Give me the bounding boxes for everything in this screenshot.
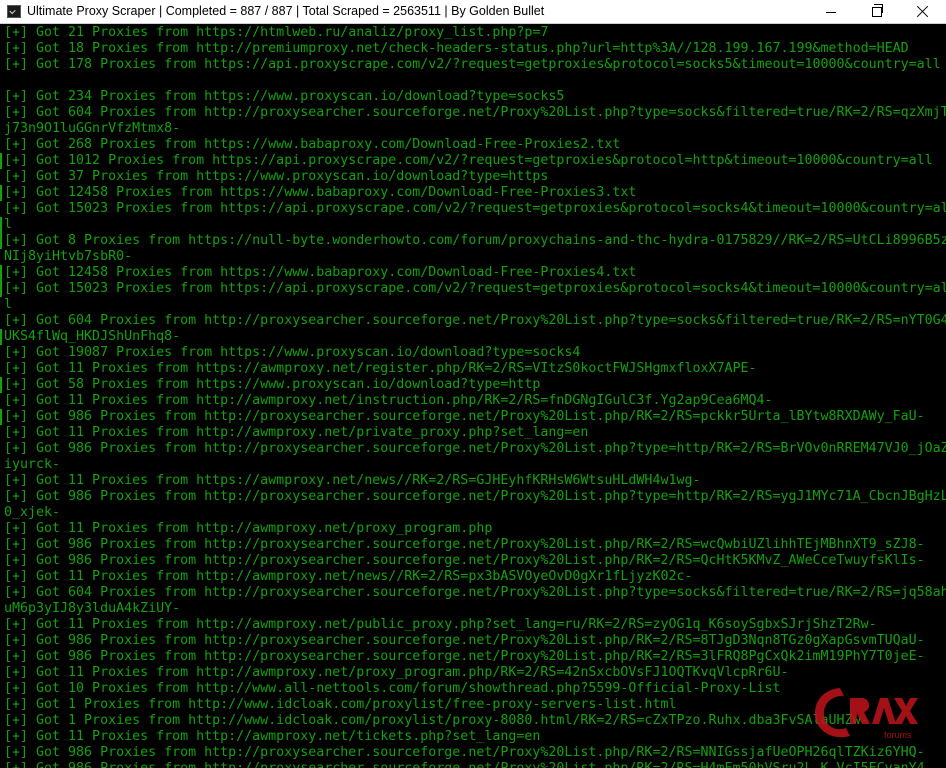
console-line: [+] Got 58 Proxies from https://www.prox… <box>4 377 541 392</box>
console-line: [+] Got 12458 Proxies from https://www.b… <box>4 265 637 280</box>
console-output[interactable]: [+] Got 21 Proxies from https://htmlweb.… <box>0 24 946 768</box>
console-line: [+] Got 986 Proxies from http://proxysea… <box>4 649 925 664</box>
console-line-marker <box>0 233 2 249</box>
title-bar[interactable]: Ultimate Proxy Scraper | Completed = 887… <box>0 0 946 24</box>
console-line: 0_xjek- <box>4 505 61 520</box>
console-line-marker <box>0 409 2 425</box>
console-line: [+] Got 10 Proxies from http://www.all-n… <box>4 681 781 696</box>
console-line: [+] Got 37 Proxies from https://www.prox… <box>4 169 549 184</box>
console-line: iyurck- <box>4 457 61 472</box>
console-line: [+] Got 15023 Proxies from https://api.p… <box>4 281 946 296</box>
console-line: [+] Got 12458 Proxies from https://www.b… <box>4 185 637 200</box>
close-icon <box>917 5 929 17</box>
console-line: [+] Got 986 Proxies from http://proxysea… <box>4 441 946 456</box>
console-line: [+] Got 21 Proxies from https://htmlweb.… <box>4 25 549 40</box>
console-line-marker <box>0 153 2 169</box>
console-line: [+] Got 234 Proxies from https://www.pro… <box>4 89 565 104</box>
console-line: [+] Got 178 Proxies from https://api.pro… <box>4 57 941 72</box>
console-app-icon[interactable] <box>7 5 21 18</box>
console-line: [+] Got 604 Proxies from http://proxysea… <box>4 585 946 600</box>
console-line: [+] Got 15023 Proxies from https://api.p… <box>4 201 946 216</box>
console-line: NIj8yiHtvb7sbR0- <box>4 249 133 264</box>
console-line: [+] Got 986 Proxies from http://proxysea… <box>4 633 925 648</box>
watermark-subtext: forums <box>884 730 912 740</box>
console-line: [+] Got 8 Proxies from https://null-byte… <box>4 233 946 248</box>
watermark-logo: forums <box>815 688 918 740</box>
console-line-marker <box>0 265 2 281</box>
console-line: [+] Got 11 Proxies from http://awmproxy.… <box>4 521 493 536</box>
console-line: [+] Got 1 Proxies from http://www.idcloa… <box>4 697 677 712</box>
console-line: [+] Got 1012 Proxies from https://api.pr… <box>4 153 933 168</box>
restore-icon <box>872 4 883 17</box>
console-line: j73n9O1luGGnrVfzMtmx8- <box>4 121 181 136</box>
console-line-marker <box>0 185 2 201</box>
console-line: [+] Got 11 Proxies from http://awmproxy.… <box>4 569 693 584</box>
console-line: [+] Got 11 Proxies from http://awmproxy.… <box>4 729 541 744</box>
console-line-marker <box>0 217 2 233</box>
console-line: [+] Got 18 Proxies from http://premiumpr… <box>4 41 909 56</box>
console-line: [+] Got 11 Proxies from https://awmproxy… <box>4 361 757 376</box>
console-line: [+] Got 11 Proxies from http://awmproxy.… <box>4 393 773 408</box>
console-line: [+] Got 986 Proxies from http://proxysea… <box>4 761 925 768</box>
console-line: [+] Got 1 Proxies from http://www.idcloa… <box>4 713 869 728</box>
console-line: [+] Got 986 Proxies from http://proxysea… <box>4 489 946 504</box>
console-line: [+] Got 19087 Proxies from https://www.p… <box>4 345 581 360</box>
minimize-button[interactable] <box>808 0 854 24</box>
console-line: uM6p3yIJ8y3lduA4kZiUY- <box>4 601 181 616</box>
console-line: [+] Got 268 Proxies from https://www.bab… <box>4 137 621 152</box>
console-line: [+] Got 986 Proxies from http://proxysea… <box>4 409 925 424</box>
console-line-marker <box>0 377 2 393</box>
console-line: [+] Got 11 Proxies from http://awmproxy.… <box>4 425 589 440</box>
console-line: l <box>4 217 13 232</box>
console-line: [+] Got 11 Proxies from http://awmproxy.… <box>4 665 789 680</box>
minimize-icon <box>826 12 836 13</box>
console-line-marker <box>0 329 2 345</box>
restore-button[interactable] <box>854 0 900 24</box>
console-line-marker <box>0 281 2 297</box>
console-line: [+] Got 604 Proxies from http://proxysea… <box>4 313 946 328</box>
console-line: [+] Got 986 Proxies from http://proxysea… <box>4 537 925 552</box>
console-line: [+] Got 986 Proxies from http://proxysea… <box>4 745 925 760</box>
console-line: [+] Got 986 Proxies from http://proxysea… <box>4 553 925 568</box>
console-line: UKS4flWq_HKDJShUnFhq8- <box>4 329 181 344</box>
close-button[interactable] <box>900 0 946 24</box>
console-line: [+] Got 604 Proxies from http://proxysea… <box>4 105 946 120</box>
window-title: Ultimate Proxy Scraper | Completed = 887… <box>27 4 545 18</box>
console-line: [+] Got 11 Proxies from http://awmproxy.… <box>4 617 877 632</box>
console-line: l <box>4 297 13 312</box>
console-line: [+] Got 11 Proxies from https://awmproxy… <box>4 473 701 488</box>
